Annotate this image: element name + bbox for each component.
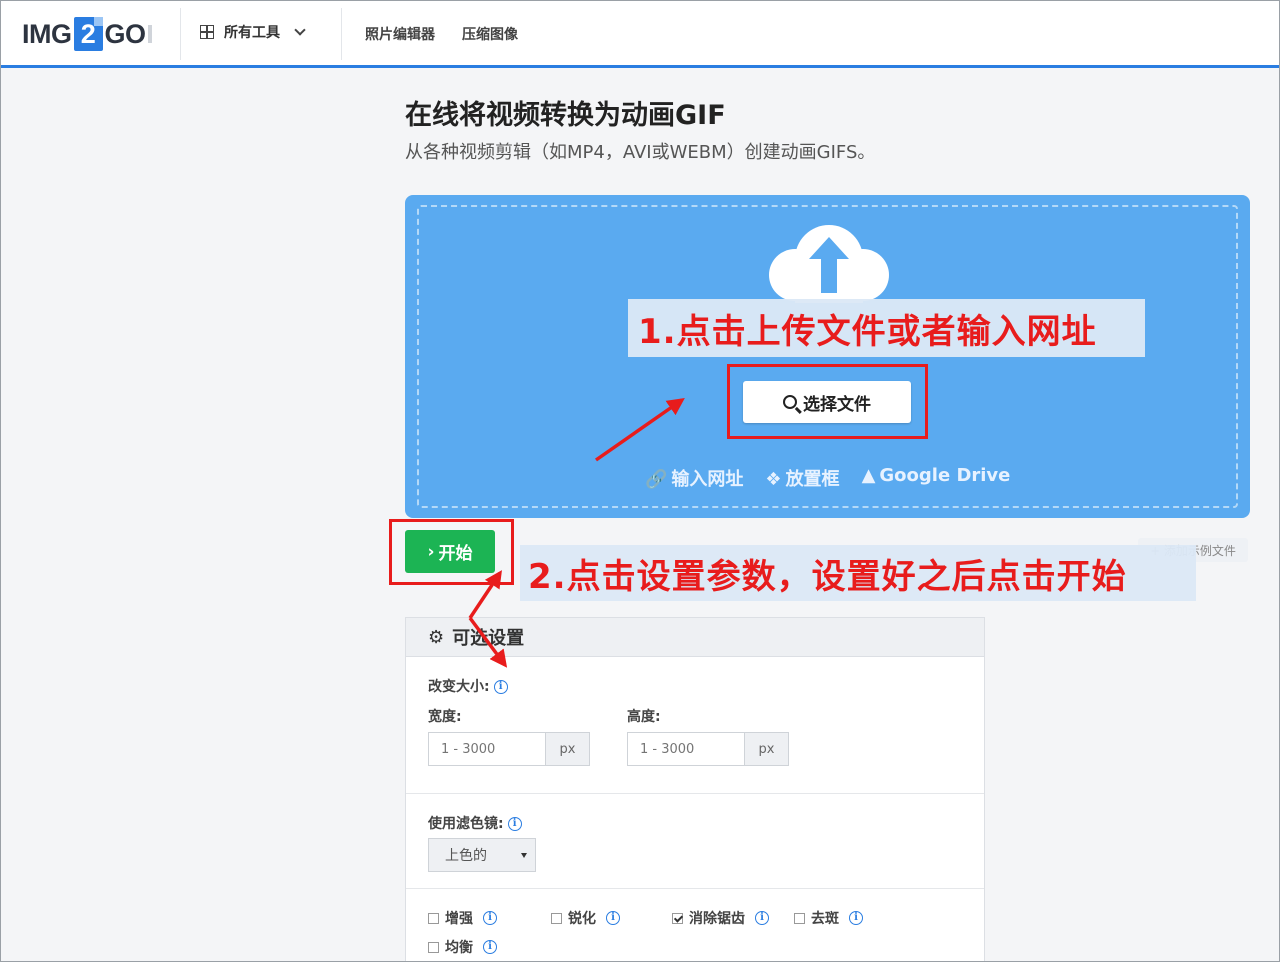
checkbox-antialias[interactable]: 消除锯齿 i xyxy=(672,908,769,928)
height-input[interactable] xyxy=(628,733,744,765)
resize-label-row: 改变大小: i xyxy=(428,676,508,696)
page-subtitle: 从各种视频剪辑（如MP4，AVI或WEBM）创建动画GIFS。 xyxy=(405,142,876,163)
info-icon[interactable]: i xyxy=(483,911,497,925)
settings-divider xyxy=(406,888,984,889)
checkbox-label: 去斑 xyxy=(811,911,839,927)
width-input[interactable] xyxy=(429,733,545,765)
enter-url-option[interactable]: 🔗 输入网址 xyxy=(645,465,743,491)
nav-compress-image[interactable]: 压缩图像 xyxy=(462,24,518,44)
page-title: 在线将视频转换为动画GIF xyxy=(405,100,726,131)
enter-url-label: 输入网址 xyxy=(671,469,744,490)
width-input-group: px xyxy=(428,732,590,766)
info-icon[interactable]: i xyxy=(755,911,769,925)
settings-divider xyxy=(406,793,984,794)
checkbox-label: 锐化 xyxy=(568,911,596,927)
header-divider xyxy=(180,8,181,60)
highlight-box-start xyxy=(389,519,514,585)
info-icon[interactable]: i xyxy=(493,680,508,694)
google-drive-label: Google Drive xyxy=(879,465,1011,486)
filter-select[interactable]: 上色的 xyxy=(428,838,536,872)
optional-settings-panel: ⚙ 可选设置 改变大小:i 宽度: 高度: px px 使用滤色镜:i 上色的 … xyxy=(405,617,985,962)
filter-label-row: 使用滤色镜: i xyxy=(428,813,522,833)
checkbox-box xyxy=(794,912,805,924)
checkbox-box xyxy=(428,941,439,953)
width-unit: px xyxy=(545,733,589,765)
google-drive-icon: ▲ xyxy=(861,465,876,486)
alt-upload-options: 🔗 输入网址 ❖ 放置框 ▲ Google Drive xyxy=(645,465,1010,491)
chevron-down-icon xyxy=(294,24,306,36)
logo-text-left: IMG xyxy=(22,18,72,49)
info-icon[interactable]: i xyxy=(507,817,522,831)
dropbox-icon: ❖ xyxy=(765,469,782,490)
checkbox-sharpen[interactable]: 锐化 i xyxy=(551,908,620,928)
checkbox-label: 增强 xyxy=(445,911,473,927)
logo-text-right: GO xyxy=(104,18,147,49)
checkbox-box xyxy=(428,912,439,924)
annotation-step-1: 1.点击上传文件或者输入网址 xyxy=(628,299,1145,357)
dropbox-option[interactable]: ❖ 放置框 xyxy=(765,465,839,491)
nav-photo-editor[interactable]: 照片编辑器 xyxy=(365,24,435,44)
height-input-group: px xyxy=(627,732,789,766)
checkbox-enhance[interactable]: 增强 i xyxy=(428,908,497,928)
all-tools-label: 所有工具 xyxy=(224,25,280,41)
filter-value: 上色的 xyxy=(445,848,487,864)
checkbox-despeckle[interactable]: 去斑 i xyxy=(794,908,863,928)
checkbox-label: 消除锯齿 xyxy=(689,911,745,927)
filter-label: 使用滤色镜: xyxy=(428,816,504,832)
info-icon[interactable]: i xyxy=(483,940,497,954)
link-icon: 🔗 xyxy=(645,469,668,490)
logo[interactable]: IMG 2 GO xyxy=(22,16,152,52)
caret-down-icon xyxy=(521,853,527,858)
dropbox-label: 放置框 xyxy=(785,469,840,490)
settings-title: 可选设置 xyxy=(452,628,525,649)
checkbox-label: 均衡 xyxy=(445,940,473,956)
checkbox-equalize[interactable]: 均衡 i xyxy=(428,937,497,957)
checkbox-box xyxy=(551,912,562,924)
width-label: 宽度: xyxy=(428,709,462,725)
top-header: IMG 2 GO 所有工具 照片编辑器 压缩图像 xyxy=(0,0,1280,68)
resize-label: 改变大小: xyxy=(428,679,490,695)
all-tools-dropdown[interactable]: 所有工具 xyxy=(200,22,306,42)
info-icon[interactable]: i xyxy=(849,911,863,925)
grid-icon xyxy=(200,25,214,39)
logo-badge: 2 xyxy=(73,17,103,51)
highlight-box-choose-file xyxy=(727,364,928,439)
logo-tail xyxy=(147,25,152,43)
cogs-icon: ⚙ xyxy=(428,626,445,648)
header-divider xyxy=(341,8,342,60)
annotation-step-2: 2.点击设置参数，设置好之后点击开始 xyxy=(520,545,1196,601)
height-unit: px xyxy=(744,733,788,765)
google-drive-option[interactable]: ▲ Google Drive xyxy=(862,465,1011,491)
cloud-upload-icon xyxy=(769,225,889,303)
checkbox-box-checked xyxy=(672,912,683,924)
height-label: 高度: xyxy=(627,709,661,725)
info-icon[interactable]: i xyxy=(606,911,620,925)
settings-header: ⚙ 可选设置 xyxy=(406,618,984,657)
